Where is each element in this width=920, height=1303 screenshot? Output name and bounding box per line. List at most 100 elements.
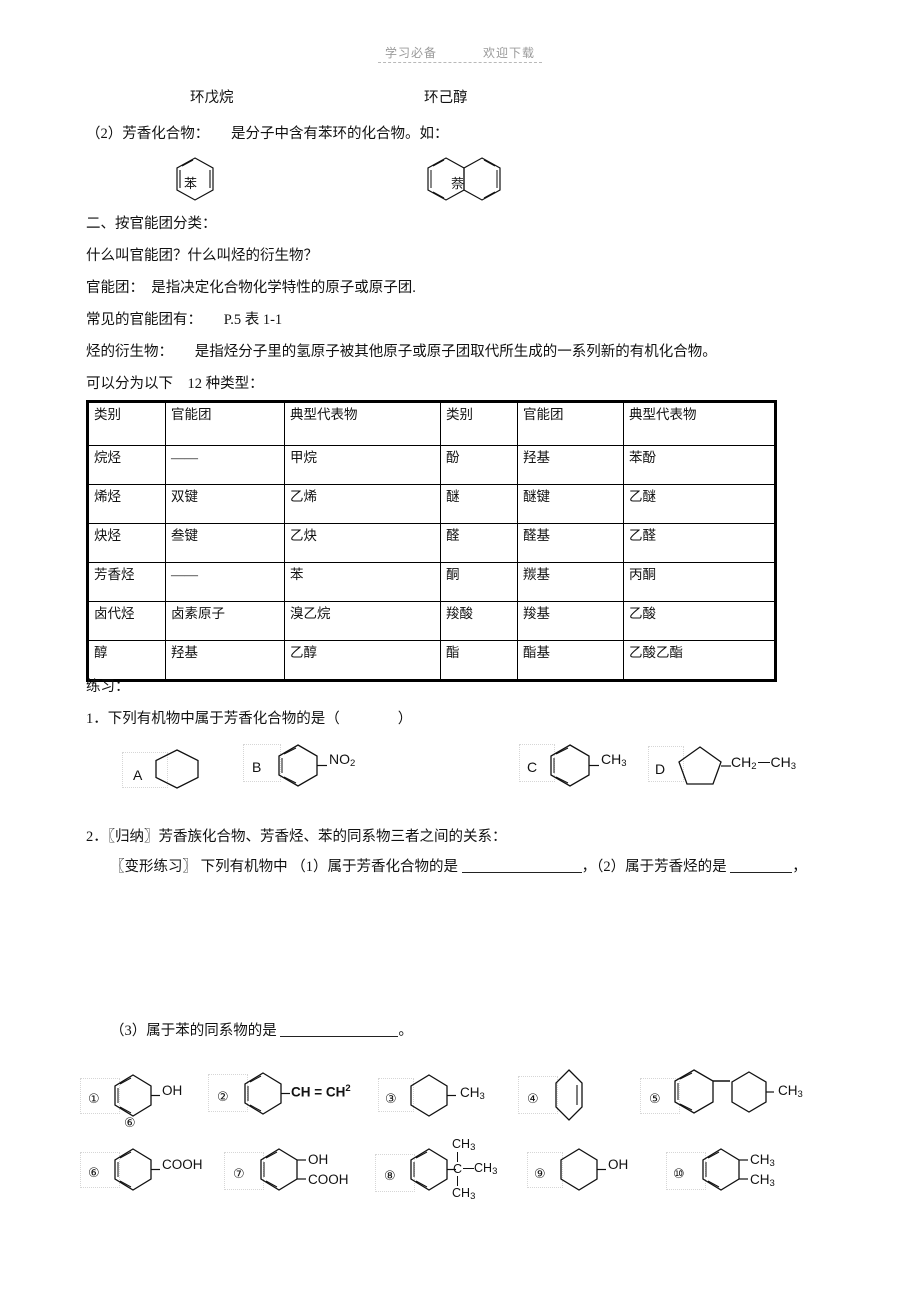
structure-6-number: ⑥ xyxy=(88,1166,100,1181)
q3-prefix: （3）属于苯的同系物的是 xyxy=(110,1023,277,1039)
table-cell: 酮 xyxy=(440,562,518,602)
table-cell: 叁键 xyxy=(165,523,285,563)
ch3-sub: 3 xyxy=(790,761,797,772)
table-cell: 乙酸 xyxy=(623,601,775,641)
table-cell: 乙醛 xyxy=(623,523,775,563)
ch3-right-sub: 3 xyxy=(492,1166,498,1177)
structure-7-substituent-oh: OH xyxy=(308,1152,329,1167)
table-header-cell: 类别 xyxy=(440,402,518,446)
caption-cyclopentane: 环戊烷 xyxy=(190,90,234,106)
table-header-row: 类别 官能团 典型代表物 类别 官能团 典型代表物 xyxy=(88,402,775,446)
option-a-label: A xyxy=(133,767,143,783)
table-cell: 酯 xyxy=(440,640,518,680)
header-left-text: 学习必备 xyxy=(384,46,437,60)
bond-vertical-bottom xyxy=(457,1176,458,1186)
methyl-text: CH xyxy=(601,751,622,767)
line-what-is-functional-group: 什么叫官能团？什么叫烃的衍生物？ xyxy=(86,248,318,264)
q2-variant-suffix: ， xyxy=(792,859,807,875)
structure-1-number: ① xyxy=(88,1092,100,1107)
ch3-right-text: CH xyxy=(474,1161,493,1175)
table-cell: 羰基 xyxy=(517,562,624,602)
table-cell: 炔烃 xyxy=(88,523,166,563)
table-cell: 丙酮 xyxy=(623,562,775,602)
document-page: 学习必备 欢迎下载 环戊烷 环己醇 （2）芳香化合物： 是分子中含有苯环的化合物。… xyxy=(0,0,920,1303)
table-row: 芳香烃 —— 苯 酮 羰基 丙酮 xyxy=(88,562,775,602)
table-cell: 醚 xyxy=(440,484,518,524)
structure-5-phenylcyclohexane xyxy=(672,1068,774,1120)
structure-option-a-cyclohexane xyxy=(151,747,203,791)
structure-6-benzoic-acid xyxy=(110,1146,160,1192)
structure-10-substituent-bottom: CH3 xyxy=(750,1172,775,1189)
line-section2-heading: 二、按官能团分类： xyxy=(86,216,217,232)
ch3-top-text: CH xyxy=(452,1137,471,1151)
answer-blank-3[interactable] xyxy=(280,1036,399,1037)
table-cell: 乙醚 xyxy=(623,484,775,524)
table-cell: 双键 xyxy=(165,484,285,524)
ch-text-2: CH xyxy=(325,1084,346,1100)
table-cell: 醛 xyxy=(440,523,518,563)
table-cell: —— xyxy=(165,562,285,602)
answer-blank-1[interactable] xyxy=(461,872,582,873)
line-question-2-variant: 〖变形练习〗 下列有机物中 （1）属于芳香化合物的是 ，（2）属于芳香烃的是 ， xyxy=(110,858,807,876)
structure-10-number: ⑩ xyxy=(673,1167,685,1182)
table-cell: 乙烯 xyxy=(284,484,441,524)
ch3-bottom-sub: 3 xyxy=(470,1191,476,1202)
table-cell: 苯酚 xyxy=(623,445,775,485)
q2-variant-prefix: 〖变形练习〗 下列有机物中 （1）属于芳香化合物的是 xyxy=(110,859,458,875)
structure-1-extra-number: ⑥ xyxy=(124,1116,136,1131)
ch3-x-top-text: CH xyxy=(750,1152,770,1167)
line-aromatic-definition: （2）芳香化合物： 是分子中含有苯环的化合物。如： xyxy=(86,126,449,142)
table-cell: 卤代烃 xyxy=(88,601,166,641)
nitro-sub: 2 xyxy=(350,758,356,769)
line-twelve-types: 可以分为以下 12 种类型： xyxy=(86,376,264,392)
structure-8-central-carbon: C xyxy=(453,1162,463,1176)
answer-blank-2[interactable] xyxy=(730,872,793,873)
table-cell: 甲烷 xyxy=(284,445,441,485)
ch3-sub-3: 3 xyxy=(479,1091,485,1102)
structure-4-number: ④ xyxy=(527,1092,539,1107)
line-question-2: 2．〖归纳〗芳香族化合物、芳香烃、苯的同系物三者之间的关系： xyxy=(86,829,507,845)
structure-6-substituent: COOH xyxy=(162,1157,203,1172)
line-common-functional-groups: 常见的官能团有： P.5 表 1-1 xyxy=(86,312,283,328)
option-d-substituent-label: CH2 CH3 xyxy=(731,754,796,772)
nitro-text: NO xyxy=(329,751,350,767)
option-c-substituent-label: CH3 xyxy=(601,751,627,769)
table-cell: 羟基 xyxy=(517,445,624,485)
structure-option-b-nitrobenzene xyxy=(274,742,327,788)
table-cell: 芳香烃 xyxy=(88,562,166,602)
page-header: 学习必备 欢迎下载 xyxy=(0,44,920,61)
structure-2-substituent: CH = CH2 xyxy=(291,1083,351,1100)
structure-5-number: ⑤ xyxy=(649,1092,661,1107)
ch2-sub: 2 xyxy=(751,761,757,772)
header-divider xyxy=(378,62,542,63)
table-cell: 醛基 xyxy=(517,523,624,563)
ch3-x-top-sub: 3 xyxy=(769,1158,775,1169)
functional-group-table: 类别 官能团 典型代表物 类别 官能团 典型代表物 烷烃 —— 甲烷 酚 羟基 … xyxy=(88,402,775,680)
ch3-text-5: CH xyxy=(778,1083,798,1098)
structure-2-number: ② xyxy=(217,1090,229,1105)
line-question-3: （3）属于苯的同系物的是 。 xyxy=(110,1022,413,1040)
ch3-sub-5: 3 xyxy=(797,1089,803,1100)
structure-2-styrene xyxy=(240,1070,290,1116)
table-cell: 酚 xyxy=(440,445,518,485)
ch3-text: CH xyxy=(770,754,791,770)
q2-variant-middle: ，（2）属于芳香烃的是 xyxy=(581,859,727,875)
table-cell: 酯基 xyxy=(517,640,624,680)
table-cell: —— xyxy=(165,445,285,485)
structure-3-methylcyclohexane xyxy=(406,1072,456,1118)
table-cell: 苯 xyxy=(284,562,441,602)
ch3-text-3: CH xyxy=(460,1085,480,1100)
structure-option-c-toluene xyxy=(546,742,599,788)
table-cell: 烯烃 xyxy=(88,484,166,524)
line-practice-heading: 练习： xyxy=(86,679,130,695)
option-c-label: C xyxy=(527,759,538,775)
structure-1-substituent: OH xyxy=(162,1083,183,1098)
structure-3-number: ③ xyxy=(385,1092,397,1107)
option-b-label: B xyxy=(252,759,262,775)
equals-sign: = xyxy=(314,1084,323,1100)
bond-vertical-top xyxy=(457,1152,458,1162)
structure-5-substituent: CH3 xyxy=(778,1083,803,1100)
table-row: 炔烃 叁键 乙炔 醛 醛基 乙醛 xyxy=(88,523,775,563)
line-functional-group-definition: 官能团： 是指决定化合物化学特性的原子或原子团. xyxy=(86,280,416,296)
table-cell: 乙醇 xyxy=(284,640,441,680)
